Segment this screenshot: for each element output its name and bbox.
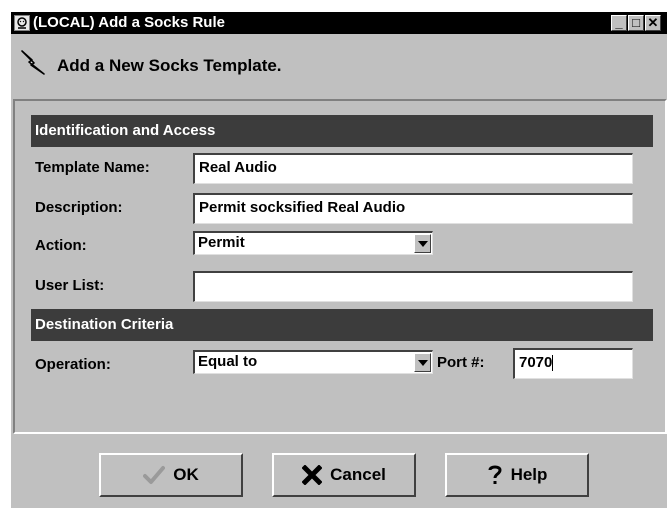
dialog-heading: Add a New Socks Template. <box>57 56 282 75</box>
chevron-down-icon[interactable] <box>414 234 431 253</box>
description-label: Description: <box>35 199 123 216</box>
port-input[interactable]: 7070 <box>513 348 633 379</box>
cancel-label: Cancel <box>330 465 386 484</box>
app-icon[interactable] <box>14 15 30 31</box>
close-icon: ✕ <box>647 15 659 30</box>
port-value: 7070 <box>519 354 553 371</box>
maximize-icon: □ <box>632 15 640 30</box>
destination-section-header: Destination Criteria <box>31 309 653 341</box>
operation-select[interactable]: Equal to <box>193 350 433 374</box>
operation-label: Operation: <box>35 356 111 373</box>
action-label: Action: <box>35 237 87 254</box>
chevron-down-icon[interactable] <box>414 353 431 372</box>
ok-label: OK <box>173 465 199 484</box>
template-name-input[interactable]: Real Audio <box>193 153 633 184</box>
dialog-window: (LOCAL) Add a Socks Rule _ □ ✕ Add a New… <box>11 12 667 508</box>
checkmark-icon <box>143 465 166 485</box>
form-panel: Identification and Access Template Name:… <box>13 99 667 434</box>
minimize-icon: _ <box>615 15 623 30</box>
user-list-input[interactable] <box>193 271 633 302</box>
x-icon <box>302 465 323 485</box>
text-cursor <box>552 355 554 372</box>
lightning-bolt-icon <box>19 48 49 83</box>
template-name-label: Template Name: <box>35 159 150 176</box>
ok-button[interactable]: OK <box>99 453 243 497</box>
title-bar[interactable]: (LOCAL) Add a Socks Rule _ □ ✕ <box>11 12 667 34</box>
question-mark-icon <box>487 464 503 486</box>
user-list-label: User List: <box>35 277 105 294</box>
description-input[interactable]: Permit socksified Real Audio <box>193 193 633 224</box>
help-label: Help <box>510 465 548 484</box>
cancel-button[interactable]: Cancel <box>272 453 416 497</box>
help-button[interactable]: Help <box>445 453 589 497</box>
dialog-header: Add a New Socks Template. <box>11 34 667 96</box>
action-selected-value: Permit <box>198 234 245 251</box>
maximize-button[interactable]: □ <box>628 15 644 31</box>
window-title: (LOCAL) Add a Socks Rule <box>33 14 225 31</box>
operation-selected-value: Equal to <box>198 353 258 370</box>
minimize-button[interactable]: _ <box>611 15 627 31</box>
port-label: Port #: <box>437 354 485 371</box>
action-select[interactable]: Permit <box>193 231 433 255</box>
close-button[interactable]: ✕ <box>645 15 661 31</box>
identification-section-header: Identification and Access <box>31 115 653 147</box>
